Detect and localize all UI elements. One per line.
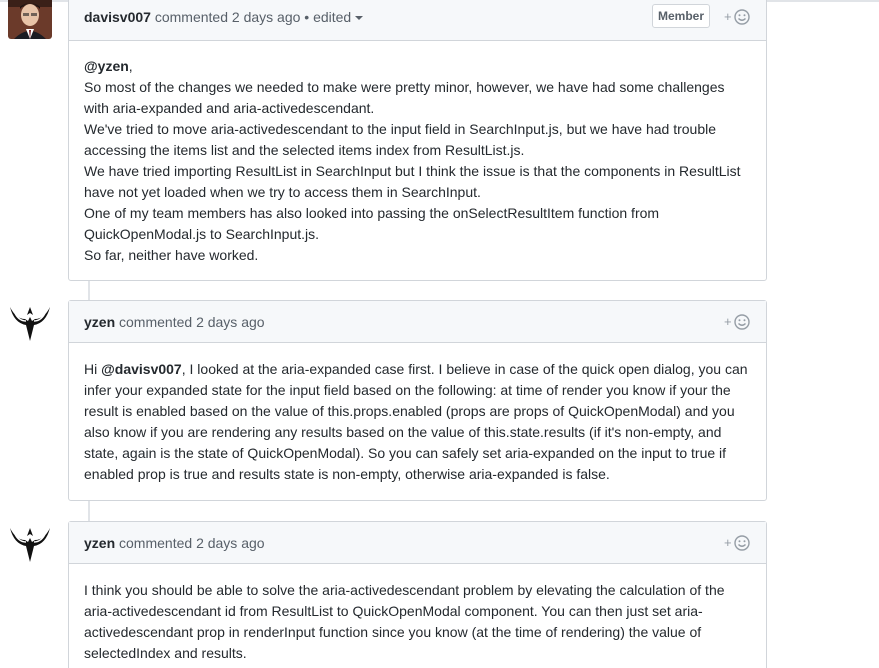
issue-comments-page: davisv007 commented 2 days ago • edited … — [0, 0, 879, 668]
comment-paragraph: One of my team members has also looked i… — [84, 205, 660, 242]
comment-box: yzen commented 2 days ago + I think you … — [68, 521, 767, 668]
comment-text: , — [128, 58, 133, 74]
add-reaction-button[interactable]: + — [724, 8, 752, 28]
comment-action: commented — [119, 314, 193, 330]
comment-body: @yzen, So most of the changes we needed … — [69, 41, 766, 281]
author-link[interactable]: yzen — [84, 314, 115, 330]
comment-meta: davisv007 commented 2 days ago • edited — [84, 9, 364, 25]
author-link[interactable]: davisv007 — [84, 9, 151, 25]
comment-meta: yzen commented 2 days ago — [84, 535, 265, 551]
comment-paragraph: We have tried importing ResultList in Se… — [84, 163, 741, 200]
timeline-connector — [88, 501, 90, 521]
comment-paragraph: So far, neither have worked. — [84, 247, 259, 263]
comment-text: Hi — [84, 361, 102, 377]
plus-icon: + — [724, 314, 732, 329]
smiley-icon — [734, 314, 750, 330]
winged-emblem-avatar[interactable] — [8, 520, 52, 564]
winged-emblem-icon — [8, 299, 52, 343]
comment-meta: yzen commented 2 days ago — [84, 314, 265, 330]
comment-paragraph: Hi @davisv007, I looked at the aria-expa… — [84, 359, 751, 485]
comment-timestamp[interactable]: 2 days ago — [232, 9, 301, 25]
comment-paragraph: So most of the changes we needed to make… — [84, 79, 725, 116]
smiley-icon — [734, 9, 750, 25]
winged-emblem-avatar[interactable] — [8, 299, 52, 343]
comment-timestamp[interactable]: 2 days ago — [196, 314, 265, 330]
comment-paragraph: @yzen, — [84, 56, 751, 77]
comment-header: yzen commented 2 days ago + — [69, 522, 766, 564]
edited-label: edited — [313, 9, 352, 25]
author-link[interactable]: yzen — [84, 535, 115, 551]
user-photo-avatar[interactable] — [8, 0, 52, 39]
plus-icon: + — [724, 535, 732, 550]
comment-text: , I looked at the aria-expanded case fir… — [84, 361, 748, 482]
comment-box: davisv007 commented 2 days ago • edited … — [68, 0, 767, 281]
user-photo-avatar-icon — [8, 0, 52, 39]
comment-box: yzen commented 2 days ago + Hi @davisv00… — [68, 300, 767, 501]
mention-link[interactable]: @yzen — [84, 58, 129, 74]
member-badge: Member — [651, 4, 710, 28]
add-reaction-button[interactable]: + — [724, 313, 752, 333]
chevron-down-icon — [355, 16, 364, 21]
edited-menu[interactable]: edited — [313, 9, 364, 25]
comment-paragraph: We've tried to move aria-activedescendan… — [84, 121, 717, 158]
comment-action: commented — [119, 535, 193, 551]
mention-link[interactable]: @davisv007 — [101, 361, 182, 377]
winged-emblem-icon — [8, 520, 52, 564]
comment-header: yzen commented 2 days ago + — [69, 301, 766, 343]
comment-body: I think you should be able to solve the … — [69, 564, 766, 668]
smiley-icon — [734, 535, 750, 551]
edited-separator: • — [304, 9, 310, 25]
comment-paragraph: I think you should be able to solve the … — [84, 582, 725, 661]
plus-icon: + — [724, 9, 732, 24]
comment-body: Hi @davisv007, I looked at the aria-expa… — [69, 343, 766, 500]
comment-action: commented — [154, 9, 228, 25]
comment-header: davisv007 commented 2 days ago • edited … — [69, 0, 766, 41]
comment-timestamp[interactable]: 2 days ago — [196, 535, 265, 551]
add-reaction-button[interactable]: + — [724, 534, 752, 554]
timeline-connector — [88, 281, 90, 300]
